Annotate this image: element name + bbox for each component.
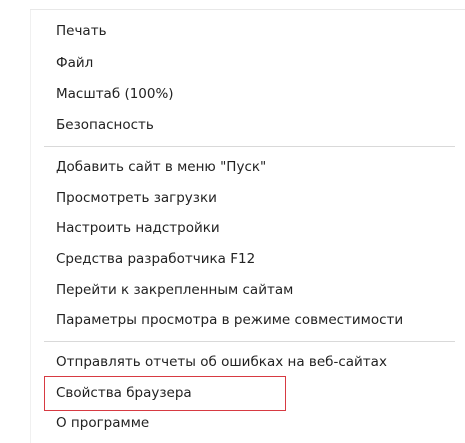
- menu-item-print[interactable]: Печать: [56, 18, 107, 44]
- menu-icon-gutter: [30, 10, 31, 443]
- menu-item-report-errors[interactable]: Отправлять отчеты об ошибках на веб-сайт…: [56, 349, 387, 375]
- menu-item-add-to-start[interactable]: Добавить сайт в меню "Пуск": [56, 154, 266, 180]
- menu-item-zoom[interactable]: Масштаб (100%): [56, 81, 174, 107]
- menu-item-browser-properties[interactable]: Свойства браузера: [56, 380, 192, 406]
- menu-item-pinned-sites[interactable]: Перейти к закрепленным сайтам: [56, 277, 293, 303]
- menu-top-border: [30, 9, 465, 10]
- menu-item-view-downloads[interactable]: Просмотреть загрузки: [56, 185, 217, 211]
- context-menu: Печать Файл Масштаб (100%) Безопасность …: [0, 0, 465, 443]
- menu-item-compatibility-view[interactable]: Параметры просмотра в режиме совместимос…: [56, 307, 403, 333]
- menu-item-developer-tools[interactable]: Средства разработчика F12: [56, 246, 255, 272]
- menu-item-security[interactable]: Безопасность: [56, 112, 154, 138]
- menu-item-file[interactable]: Файл: [56, 50, 93, 76]
- menu-separator: [44, 146, 455, 147]
- menu-item-manage-addons[interactable]: Настроить надстройки: [56, 215, 220, 241]
- menu-separator: [44, 341, 455, 342]
- menu-item-about[interactable]: О программе: [56, 410, 149, 436]
